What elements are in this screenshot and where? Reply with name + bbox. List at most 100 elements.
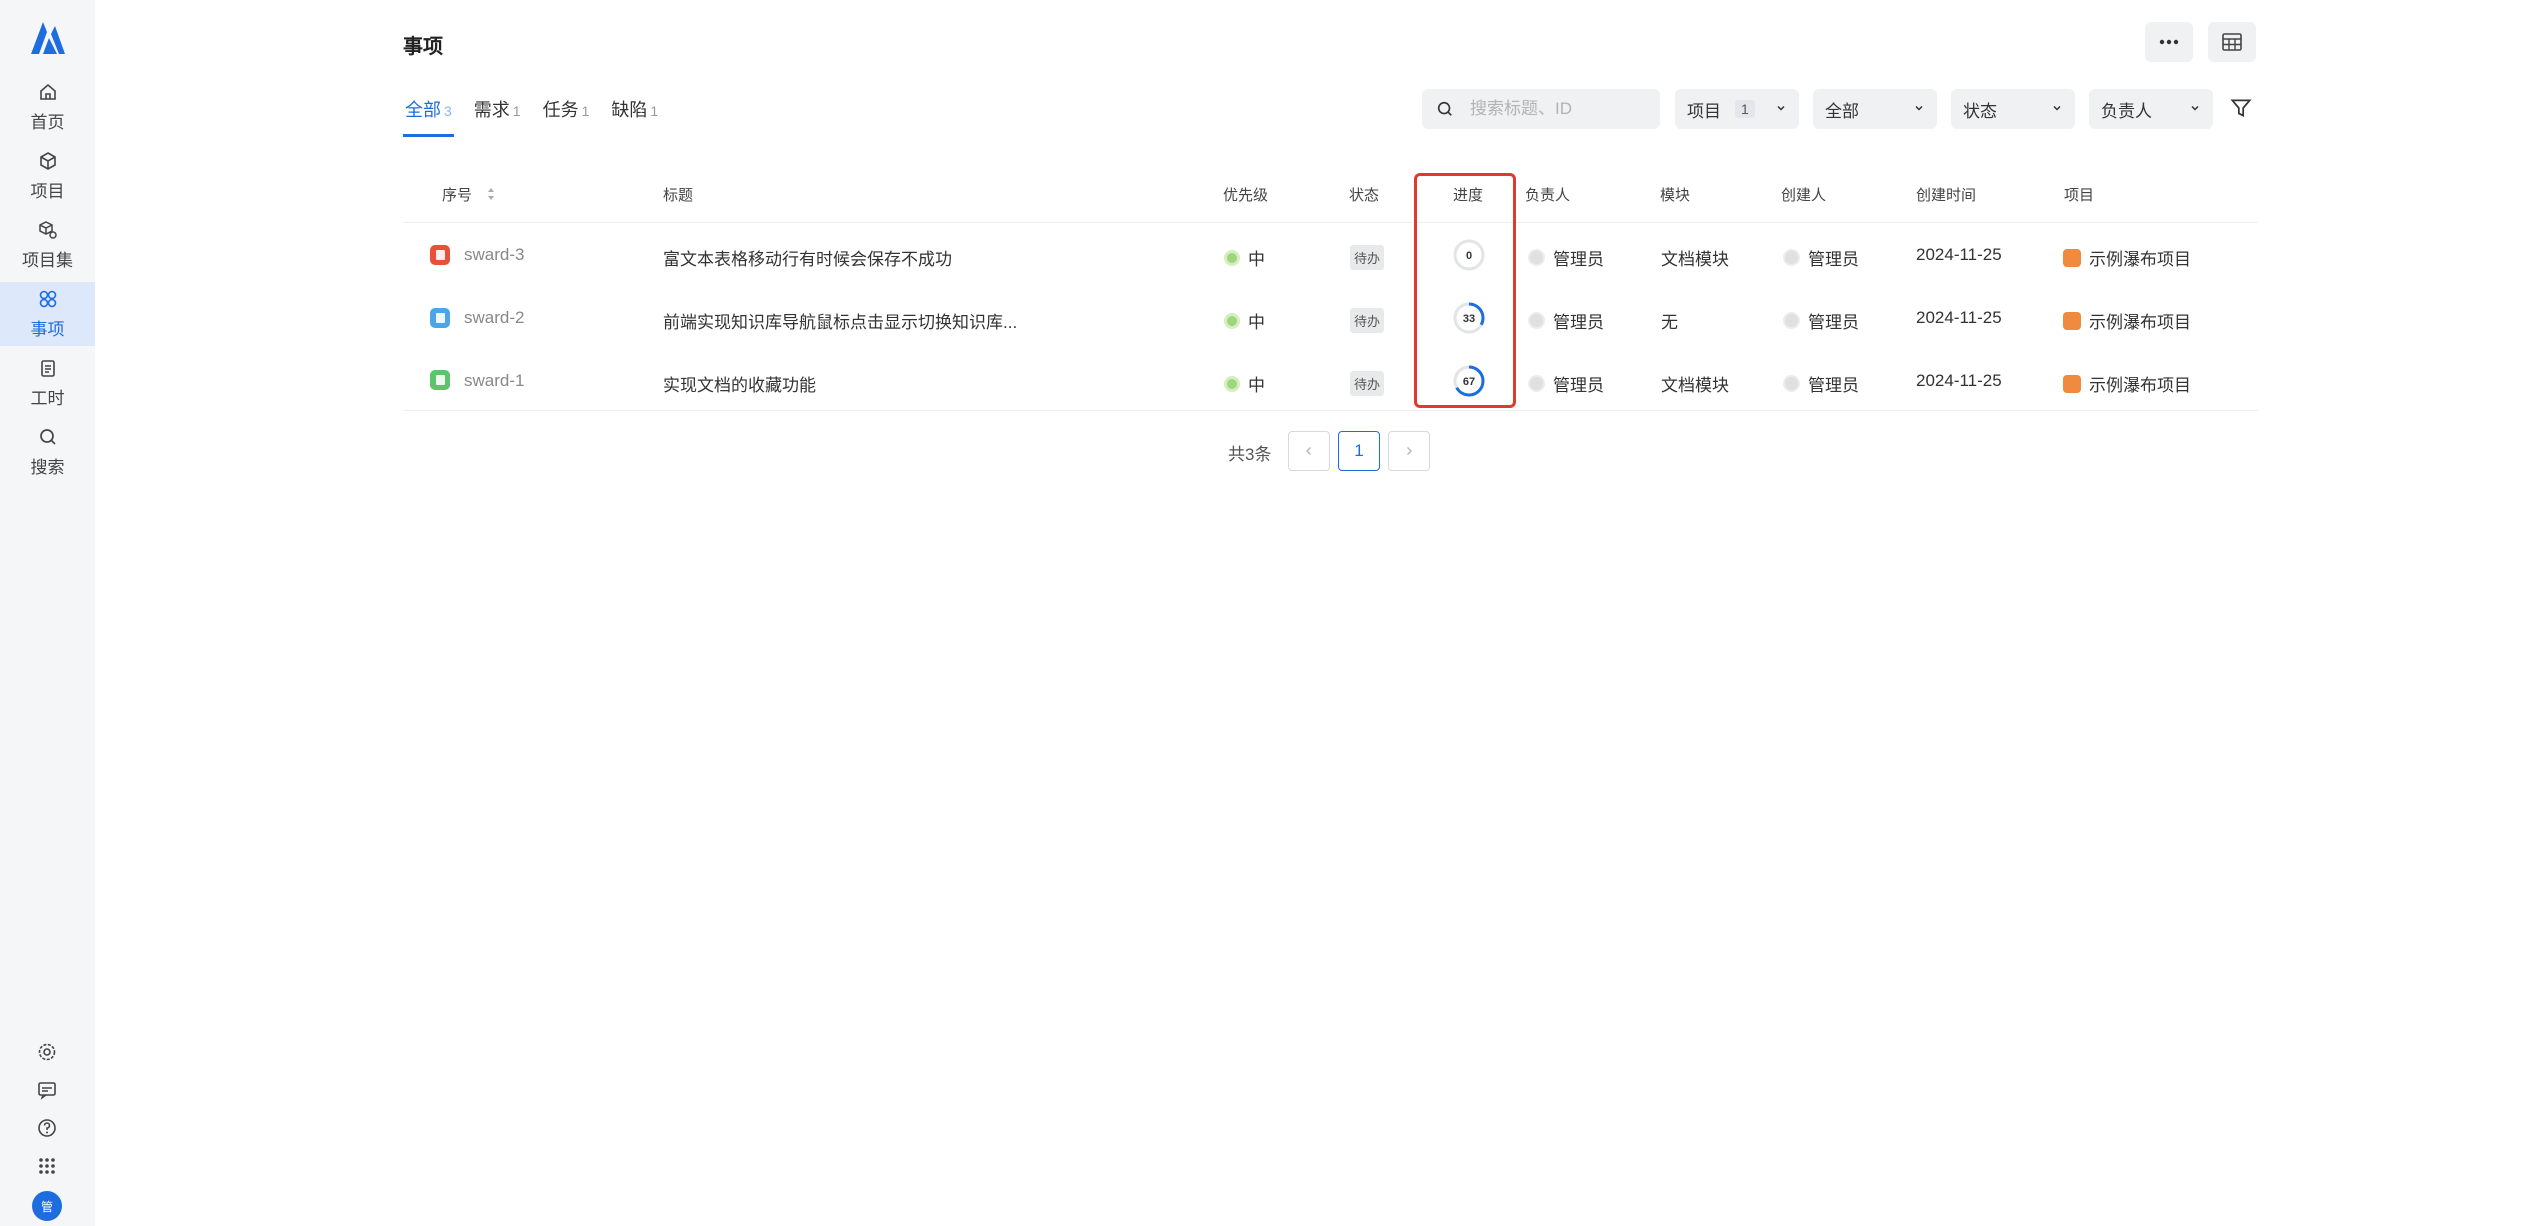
row-assignee[interactable]: 管理员 (1528, 371, 1604, 396)
sidebar: 首页 项目 项目集 事项 工时 搜索 管 (0, 0, 95, 1226)
column-header-id[interactable]: 序号 (442, 184, 496, 205)
search-icon (39, 428, 56, 445)
settings-icon[interactable] (36, 1041, 58, 1063)
row-priority[interactable]: 中 (1224, 245, 1265, 270)
requirement-type-icon (430, 308, 450, 328)
row-title[interactable]: 富文本表格移动行有时候会保存不成功 (663, 245, 952, 270)
status-badge[interactable]: 待办 (1350, 308, 1385, 333)
defect-type-icon (430, 245, 450, 265)
sidebar-item-label: 事项 (30, 319, 65, 339)
row-priority[interactable]: 中 (1224, 308, 1265, 333)
priority-icon (1224, 249, 1240, 266)
scope-filter[interactable]: 全部 (1813, 89, 1937, 129)
row-project[interactable]: 示例瀑布项目 (2063, 245, 2191, 270)
filter-icon[interactable] (2228, 95, 2254, 121)
chevron-down-icon (2053, 105, 2061, 111)
apps-icon[interactable] (36, 1155, 58, 1177)
assignee-filter[interactable]: 负责人 (2089, 89, 2213, 129)
row-assignee[interactable]: 管理员 (1528, 308, 1604, 333)
status-badge[interactable]: 待办 (1350, 371, 1385, 396)
row-code[interactable]: sward-2 (464, 308, 524, 328)
row-project[interactable]: 示例瀑布项目 (2063, 371, 2191, 396)
message-icon[interactable] (36, 1079, 58, 1101)
page-title: 事项 (403, 36, 443, 58)
row-created: 2024-11-25 (1916, 308, 2002, 327)
tab-all[interactable]: 全部 3 (403, 96, 454, 137)
project-filter-count: 1 (1735, 100, 1755, 118)
chevron-left-icon (1305, 446, 1312, 456)
status-badge[interactable]: 待办 (1350, 245, 1385, 270)
row-module: 文档模块 (1661, 376, 1729, 395)
sidebar-item-label: 项目 (30, 181, 65, 201)
row-creator: 管理员 (1783, 371, 1859, 396)
avatar (1783, 249, 1800, 266)
search-icon (1437, 101, 1452, 116)
sidebar-item-home[interactable]: 首页 (0, 75, 95, 139)
table-view-button[interactable] (2208, 22, 2256, 62)
chevron-down-icon (2191, 105, 2199, 111)
project-icon (2063, 374, 2081, 393)
more-button[interactable] (2145, 22, 2193, 62)
sidebar-item-label: 工时 (30, 388, 65, 408)
row-assignee[interactable]: 管理员 (1528, 245, 1604, 270)
type-tabs: 全部 3 需求 1 任务 1 缺陷 1 (403, 96, 678, 137)
column-header-title: 标题 (663, 187, 694, 204)
search-input[interactable] (1468, 98, 1648, 120)
avatar (1528, 249, 1545, 266)
home-icon (39, 83, 56, 100)
task-type-icon (430, 370, 450, 390)
user-avatar[interactable]: 管 (32, 1191, 62, 1221)
sidebar-item-workitem[interactable]: 事项 (0, 282, 95, 346)
help-icon[interactable] (36, 1117, 58, 1139)
row-title[interactable]: 前端实现知识库导航鼠标点击显示切换知识库... (663, 308, 1017, 333)
avatar (1528, 312, 1545, 329)
tab-task[interactable]: 任务 1 (541, 96, 592, 137)
priority-icon (1224, 312, 1240, 329)
column-header-module: 模块 (1660, 187, 1691, 204)
progress-column-highlight (1414, 173, 1516, 408)
divider (403, 222, 2258, 223)
row-project[interactable]: 示例瀑布项目 (2063, 308, 2191, 333)
avatar (1783, 375, 1800, 392)
sidebar-item-label: 首页 (30, 112, 65, 132)
priority-icon (1224, 375, 1240, 392)
sidebar-item-label: 搜索 (30, 457, 65, 477)
row-code[interactable]: sward-3 (464, 245, 524, 265)
sidebar-item-worklog[interactable]: 工时 (0, 351, 95, 415)
sidebar-item-program[interactable]: 项目集 (0, 213, 95, 277)
tab-defect[interactable]: 缺陷 1 (609, 96, 660, 137)
row-priority[interactable]: 中 (1224, 371, 1265, 396)
grid-icon (39, 290, 56, 307)
project-icon (2063, 248, 2081, 267)
sidebar-item-project[interactable]: 项目 (0, 144, 95, 208)
tab-requirement[interactable]: 需求 1 (472, 96, 523, 137)
app-logo[interactable] (27, 18, 67, 58)
column-header-assignee: 负责人 (1525, 187, 1571, 204)
cubes-icon (38, 220, 57, 239)
table-icon (2222, 33, 2242, 51)
cube-icon (39, 151, 56, 170)
sidebar-item-search[interactable]: 搜索 (0, 420, 95, 484)
row-title[interactable]: 实现文档的收藏功能 (663, 371, 816, 396)
column-header-created: 创建时间 (1916, 187, 1977, 204)
search-box[interactable] (1422, 89, 1660, 129)
next-page-button[interactable] (1388, 431, 1430, 471)
project-icon (2063, 311, 2081, 330)
chevron-down-icon (1915, 105, 1923, 111)
page-button-1[interactable]: 1 (1338, 431, 1380, 471)
status-filter[interactable]: 状态 (1951, 89, 2075, 129)
row-creator: 管理员 (1783, 308, 1859, 333)
column-header-status: 状态 (1349, 187, 1380, 204)
prev-page-button[interactable] (1288, 431, 1330, 471)
row-code[interactable]: sward-1 (464, 371, 524, 391)
chevron-down-icon (1777, 105, 1785, 111)
sidebar-item-label: 项目集 (22, 250, 73, 270)
row-module: 无 (1661, 313, 1678, 332)
column-header-project: 项目 (2064, 187, 2095, 204)
more-icon (2159, 39, 2179, 45)
column-header-creator: 创建人 (1781, 187, 1827, 204)
chevron-right-icon (1406, 446, 1413, 456)
row-created: 2024-11-25 (1916, 245, 2002, 264)
avatar (1783, 312, 1800, 329)
project-filter[interactable]: 项目 1 (1675, 89, 1799, 129)
